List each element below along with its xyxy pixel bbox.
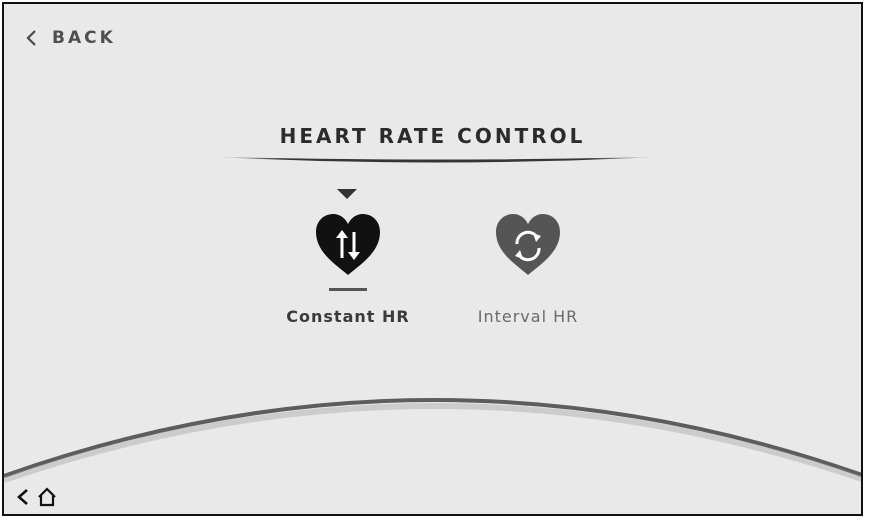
back-label: BACK bbox=[52, 28, 116, 48]
selection-arrow-icon bbox=[337, 189, 357, 199]
back-button[interactable]: BACK bbox=[24, 28, 116, 48]
home-icon[interactable] bbox=[36, 486, 58, 508]
heart-cycle-icon bbox=[496, 214, 560, 275]
heart-rate-control-screen: BACK HEART RATE CONTROL Constant HR Inte… bbox=[2, 2, 863, 516]
constant-hr-option[interactable]: Constant HR bbox=[278, 212, 418, 326]
title-divider bbox=[216, 157, 656, 163]
heart-arrows-icon bbox=[316, 214, 380, 275]
interval-hr-option[interactable]: Interval HR bbox=[458, 212, 598, 326]
selected-underline bbox=[329, 288, 367, 291]
interval-hr-label: Interval HR bbox=[477, 307, 579, 326]
chevron-left-icon[interactable] bbox=[12, 486, 34, 508]
constant-hr-label: Constant HR bbox=[286, 307, 410, 326]
bottom-nav bbox=[12, 486, 58, 508]
page-title: HEART RATE CONTROL bbox=[279, 124, 586, 148]
chevron-left-icon bbox=[26, 30, 36, 46]
decorative-arc bbox=[4, 398, 861, 483]
